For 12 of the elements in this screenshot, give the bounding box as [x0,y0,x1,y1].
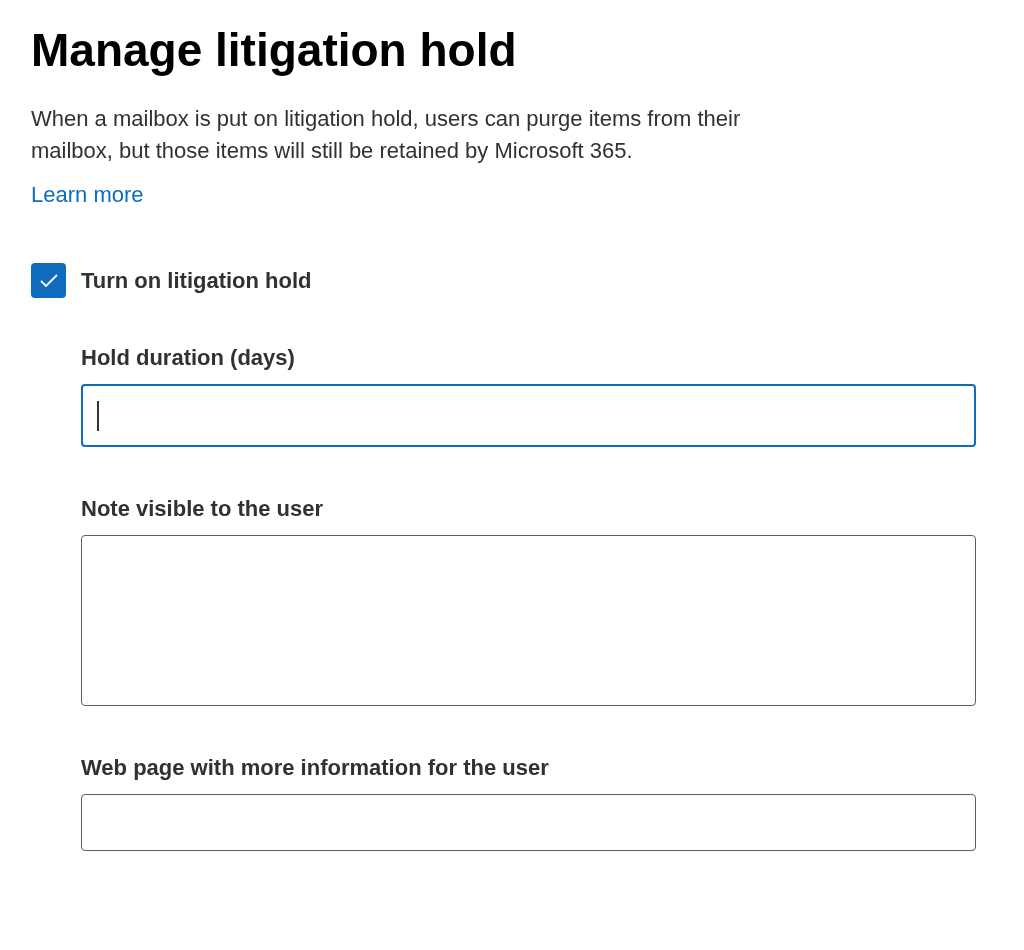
checkbox-label: Turn on litigation hold [81,267,312,295]
text-cursor-icon [97,400,99,431]
learn-more-link[interactable]: Learn more [31,182,144,207]
checkmark-icon [39,273,58,288]
field-label: Hold duration (days) [81,344,296,372]
field-label: Web page with more information for the user [81,754,550,782]
description: When a mailbox is put on litigation hold, users can purge items from their mailbox, but those items will still be retained by Microsoft 365. [31,105,742,165]
page-title: Manage litigation hold [31,23,518,78]
input-field[interactable] [81,794,976,851]
field-label: Note visible to the user [81,495,325,523]
input-field[interactable] [81,384,976,447]
checkbox[interactable] [31,263,66,298]
